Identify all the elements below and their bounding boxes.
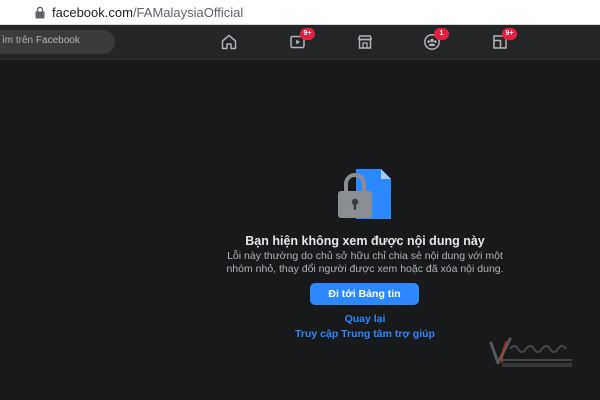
gaming-badge: 9+ xyxy=(502,28,517,40)
vietnamnet-logo xyxy=(489,337,572,367)
watch-badge: 9+ xyxy=(300,28,315,40)
go-back-link[interactable]: Quay lại xyxy=(215,313,515,325)
description-line: Lỗi này thường do chủ sở hữu chỉ chia sẻ… xyxy=(227,250,503,262)
marketplace-icon xyxy=(357,35,373,49)
error-description: Lỗi này thường do chủ sở hữu chỉ chia sẻ… xyxy=(200,250,530,276)
url-path: /FAMalaysiaOfficial xyxy=(132,5,244,20)
help-center-link[interactable]: Truy cập Trung tâm trợ giúp xyxy=(215,328,515,340)
nav-groups-button[interactable]: 1 xyxy=(423,28,449,51)
nav-home-button[interactable] xyxy=(220,33,238,51)
go-to-news-feed-button[interactable]: Đi tới Bảng tin xyxy=(310,283,419,305)
nav-watch-button[interactable]: 9+ xyxy=(289,28,315,51)
browser-address-bar[interactable]: facebook.com/FAMalaysiaOfficial xyxy=(0,0,600,25)
description-line: nhóm nhỏ, thay đổi người được xem hoặc đ… xyxy=(226,263,504,275)
nav-marketplace-button[interactable] xyxy=(356,33,374,51)
lock-icon[interactable] xyxy=(34,6,46,19)
page-title: Bạn hiện không xem được nội dung này xyxy=(245,234,485,248)
home-icon xyxy=(221,34,237,50)
locked-document-icon xyxy=(338,169,391,219)
facebook-top-nav: ìm trên Facebook 9+ 1 9+ xyxy=(0,25,600,60)
url-text[interactable]: facebook.com/FAMalaysiaOfficial xyxy=(52,4,243,21)
nav-gaming-button[interactable]: 9+ xyxy=(491,28,517,51)
search-placeholder: ìm trên Facebook xyxy=(2,35,80,46)
search-input[interactable]: ìm trên Facebook xyxy=(0,30,115,54)
url-host: facebook.com xyxy=(52,5,133,20)
groups-badge: 1 xyxy=(434,28,449,40)
